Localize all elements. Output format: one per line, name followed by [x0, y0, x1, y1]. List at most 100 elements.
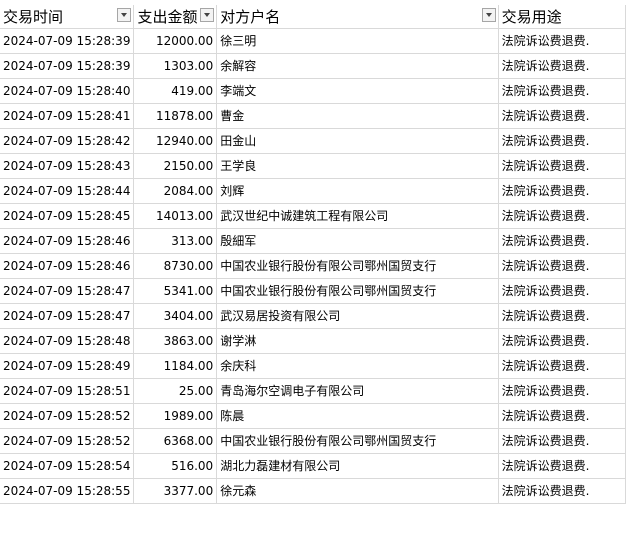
table-row[interactable]: 2024-07-09 15:28:42 12940.00 田金山 法院诉讼费退费. — [0, 128, 626, 154]
cell-purpose[interactable]: 法院诉讼费退费. — [498, 428, 626, 454]
cell-party[interactable]: 徐三明 — [216, 28, 499, 54]
cell-amount[interactable]: 5341.00 — [133, 278, 218, 304]
table-row[interactable]: 2024-07-09 15:28:44 2084.00 刘辉 法院诉讼费退费. — [0, 178, 626, 204]
cell-time[interactable]: 2024-07-09 15:28:48 — [0, 328, 135, 354]
header-amount[interactable]: 支出金额 — [133, 5, 218, 29]
header-party[interactable]: 对方户名 — [216, 5, 499, 29]
cell-time[interactable]: 2024-07-09 15:28:55 — [0, 478, 135, 504]
cell-amount[interactable]: 1989.00 — [133, 403, 218, 429]
cell-amount[interactable]: 516.00 — [133, 453, 218, 479]
table-row[interactable]: 2024-07-09 15:28:51 25.00 青岛海尔空调电子有限公司 法院诉讼… — [0, 378, 626, 404]
table-row[interactable]: 2024-07-09 15:28:39 12000.00 徐三明 法院诉讼费退费. — [0, 28, 626, 54]
table-row[interactable]: 2024-07-09 15:28:40 419.00 李端文 法院诉讼费退费. — [0, 78, 626, 104]
cell-amount[interactable]: 3404.00 — [133, 303, 218, 329]
table-row[interactable]: 2024-07-09 15:28:49 1184.00 余庆科 法院诉讼费退费. — [0, 353, 626, 379]
table-row[interactable]: 2024-07-09 15:28:43 2150.00 王学良 法院诉讼费退费. — [0, 153, 626, 179]
table-row[interactable]: 2024-07-09 15:28:47 3404.00 武汉易居投资有限公司 法院诉讼… — [0, 303, 626, 329]
table-row[interactable]: 2024-07-09 15:28:52 1989.00 陈晨 法院诉讼费退费. — [0, 403, 626, 429]
table-row[interactable]: 2024-07-09 15:28:54 516.00 湖北力磊建材有限公司 法院诉讼费… — [0, 453, 626, 479]
cell-purpose[interactable]: 法院诉讼费退费. — [498, 328, 626, 354]
cell-party[interactable]: 青岛海尔空调电子有限公司 — [216, 378, 499, 404]
header-time[interactable]: 交易时间 — [0, 5, 135, 29]
table-row[interactable]: 2024-07-09 15:28:46 313.00 殷細军 法院诉讼费退费. — [0, 228, 626, 254]
cell-time[interactable]: 2024-07-09 15:28:39 — [0, 28, 135, 54]
cell-purpose[interactable]: 法院诉讼费退费. — [498, 228, 626, 254]
cell-time[interactable]: 2024-07-09 15:28:44 — [0, 178, 135, 204]
table-row[interactable]: 2024-07-09 15:28:55 3377.00 徐元森 法院诉讼费退费. — [0, 478, 626, 504]
cell-purpose[interactable]: 法院诉讼费退费. — [498, 203, 626, 229]
cell-time[interactable]: 2024-07-09 15:28:47 — [0, 278, 135, 304]
cell-time[interactable]: 2024-07-09 15:28:39 — [0, 53, 135, 79]
cell-party[interactable]: 曹金 — [216, 103, 499, 129]
cell-purpose[interactable]: 法院诉讼费退费. — [498, 453, 626, 479]
cell-time[interactable]: 2024-07-09 15:28:45 — [0, 203, 135, 229]
cell-purpose[interactable]: 法院诉讼费退费. — [498, 353, 626, 379]
cell-party[interactable]: 湖北力磊建材有限公司 — [216, 453, 499, 479]
cell-party[interactable]: 李端文 — [216, 78, 499, 104]
table-row[interactable]: 2024-07-09 15:28:46 8730.00 中国农业银行股份有限公司鄂州… — [0, 253, 626, 279]
cell-amount[interactable]: 6368.00 — [133, 428, 218, 454]
cell-purpose[interactable]: 法院诉讼费退费. — [498, 303, 626, 329]
cell-purpose[interactable]: 法院诉讼费退费. — [498, 403, 626, 429]
cell-time[interactable]: 2024-07-09 15:28:43 — [0, 153, 135, 179]
cell-time[interactable]: 2024-07-09 15:28:47 — [0, 303, 135, 329]
cell-time[interactable]: 2024-07-09 15:28:46 — [0, 253, 135, 279]
cell-purpose[interactable]: 法院诉讼费退费. — [498, 178, 626, 204]
cell-purpose[interactable]: 法院诉讼费退费. — [498, 278, 626, 304]
cell-purpose[interactable]: 法院诉讼费退费. — [498, 53, 626, 79]
cell-party[interactable]: 中国农业银行股份有限公司鄂州国贸支行 — [216, 428, 499, 454]
filter-dropdown-icon[interactable] — [117, 8, 132, 22]
cell-purpose[interactable]: 法院诉讼费退费. — [498, 128, 626, 154]
cell-party[interactable]: 余庆科 — [216, 353, 499, 379]
cell-party[interactable]: 陈晨 — [216, 403, 499, 429]
cell-amount[interactable]: 25.00 — [133, 378, 218, 404]
header-purpose[interactable]: 交易用途 — [498, 5, 626, 29]
cell-party[interactable]: 武汉易居投资有限公司 — [216, 303, 499, 329]
cell-party[interactable]: 中国农业银行股份有限公司鄂州国贸支行 — [216, 278, 499, 304]
cell-purpose[interactable]: 法院诉讼费退费. — [498, 153, 626, 179]
cell-purpose[interactable]: 法院诉讼费退费. — [498, 103, 626, 129]
cell-time[interactable]: 2024-07-09 15:28:51 — [0, 378, 135, 404]
cell-time[interactable]: 2024-07-09 15:28:49 — [0, 353, 135, 379]
cell-party[interactable]: 刘辉 — [216, 178, 499, 204]
cell-time[interactable]: 2024-07-09 15:28:40 — [0, 78, 135, 104]
table-row[interactable]: 2024-07-09 15:28:45 14013.00 武汉世纪中诚建筑工程有限公… — [0, 203, 626, 229]
cell-party[interactable]: 殷細军 — [216, 228, 499, 254]
cell-time[interactable]: 2024-07-09 15:28:46 — [0, 228, 135, 254]
cell-amount[interactable]: 3863.00 — [133, 328, 218, 354]
cell-time[interactable]: 2024-07-09 15:28:42 — [0, 128, 135, 154]
cell-amount[interactable]: 14013.00 — [133, 203, 218, 229]
cell-amount[interactable]: 3377.00 — [133, 478, 218, 504]
cell-time[interactable]: 2024-07-09 15:28:52 — [0, 428, 135, 454]
table-row[interactable]: 2024-07-09 15:28:52 6368.00 中国农业银行股份有限公司鄂州… — [0, 428, 626, 454]
table-row[interactable]: 2024-07-09 15:28:47 5341.00 中国农业银行股份有限公司鄂州… — [0, 278, 626, 304]
cell-amount[interactable]: 12000.00 — [133, 28, 218, 54]
filter-dropdown-icon[interactable] — [481, 8, 496, 22]
cell-time[interactable]: 2024-07-09 15:28:52 — [0, 403, 135, 429]
cell-party[interactable]: 王学良 — [216, 153, 499, 179]
cell-amount[interactable]: 12940.00 — [133, 128, 218, 154]
cell-party[interactable]: 谢学淋 — [216, 328, 499, 354]
cell-amount[interactable]: 1303.00 — [133, 53, 218, 79]
cell-amount[interactable]: 8730.00 — [133, 253, 218, 279]
cell-amount[interactable]: 2150.00 — [133, 153, 218, 179]
cell-purpose[interactable]: 法院诉讼费退费. — [498, 28, 626, 54]
cell-party[interactable]: 田金山 — [216, 128, 499, 154]
cell-purpose[interactable]: 法院诉讼费退费. — [498, 253, 626, 279]
cell-amount[interactable]: 2084.00 — [133, 178, 218, 204]
cell-time[interactable]: 2024-07-09 15:28:41 — [0, 103, 135, 129]
cell-party[interactable]: 徐元森 — [216, 478, 499, 504]
table-row[interactable]: 2024-07-09 15:28:41 11878.00 曹金 法院诉讼费退费. — [0, 103, 626, 129]
table-row[interactable]: 2024-07-09 15:28:39 1303.00 余解容 法院诉讼费退费. — [0, 53, 626, 79]
cell-amount[interactable]: 11878.00 — [133, 103, 218, 129]
cell-purpose[interactable]: 法院诉讼费退费. — [498, 78, 626, 104]
cell-purpose[interactable]: 法院诉讼费退费. — [498, 378, 626, 404]
table-row[interactable]: 2024-07-09 15:28:48 3863.00 谢学淋 法院诉讼费退费. — [0, 328, 626, 354]
cell-amount[interactable]: 313.00 — [133, 228, 218, 254]
cell-purpose[interactable]: 法院诉讼费退费. — [498, 478, 626, 504]
cell-party[interactable]: 武汉世纪中诚建筑工程有限公司 — [216, 203, 499, 229]
cell-party[interactable]: 余解容 — [216, 53, 499, 79]
filter-dropdown-icon[interactable] — [200, 8, 215, 22]
cell-party[interactable]: 中国农业银行股份有限公司鄂州国贸支行 — [216, 253, 499, 279]
cell-time[interactable]: 2024-07-09 15:28:54 — [0, 453, 135, 479]
